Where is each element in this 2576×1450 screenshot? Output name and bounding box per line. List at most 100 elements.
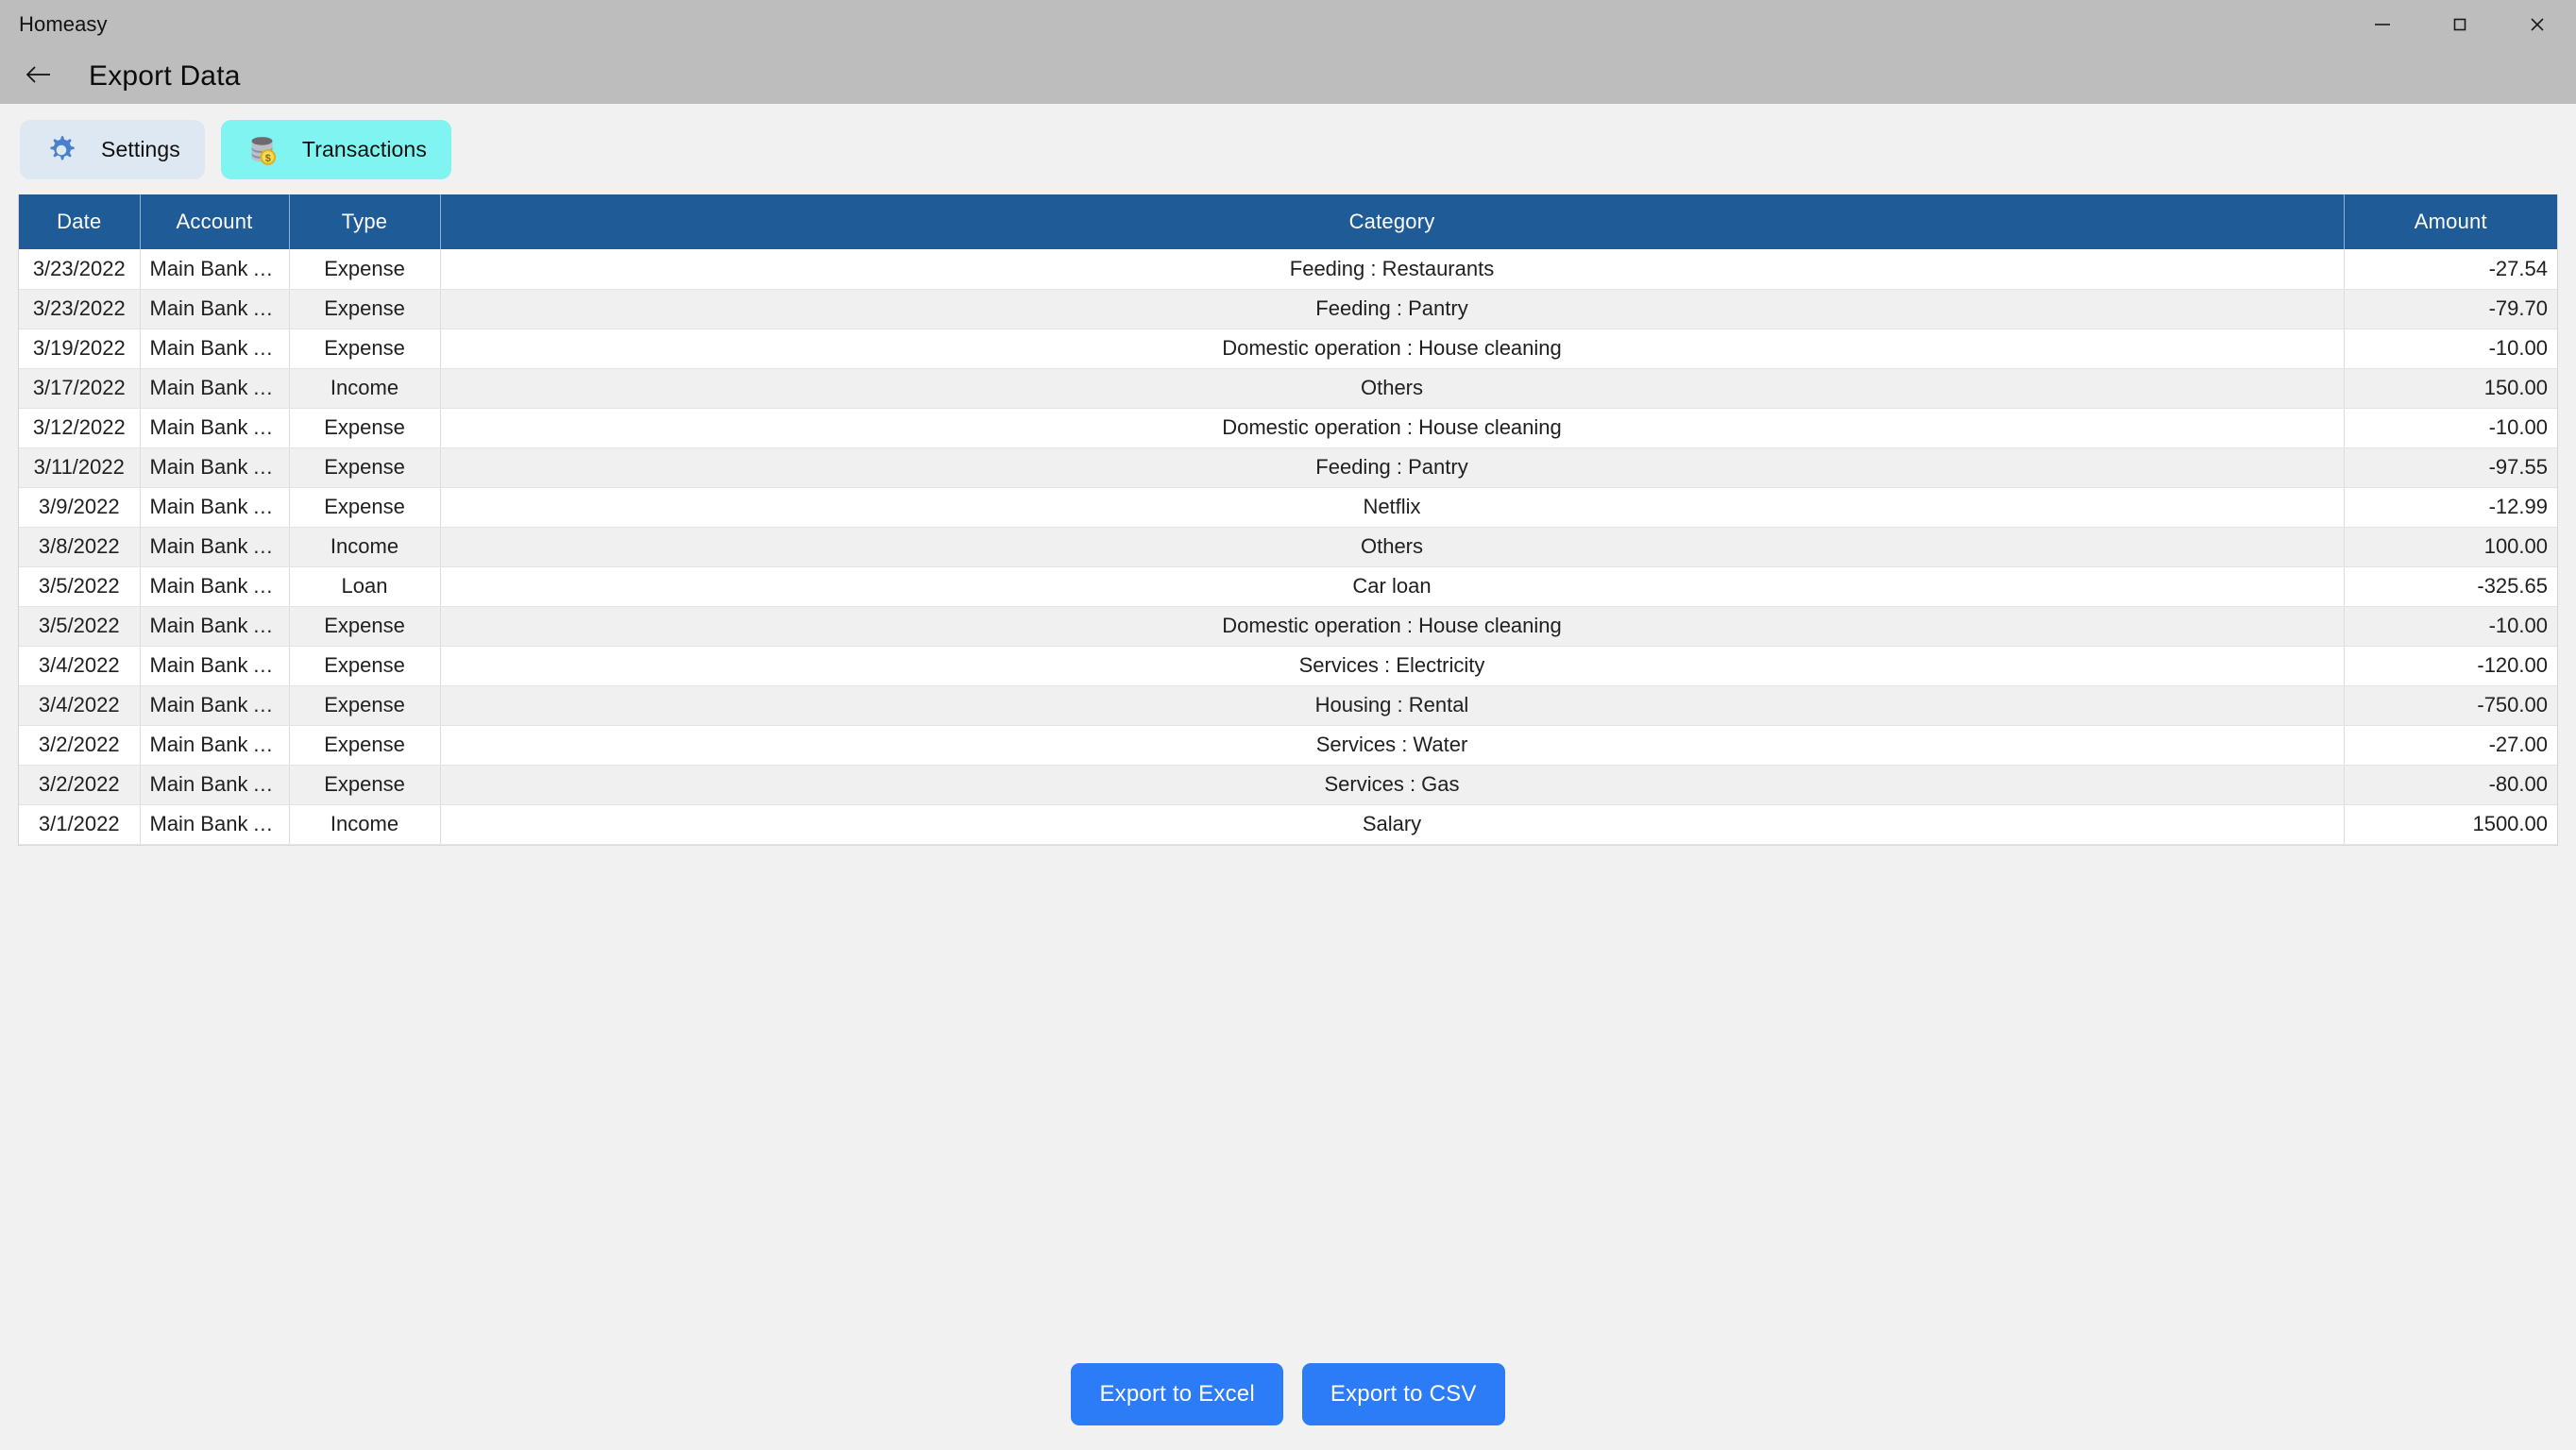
cell-category: Others [440, 527, 2345, 567]
cell-account: Main Bank Account [140, 289, 290, 329]
cell-category: Car loan [440, 566, 2345, 607]
content-area: Settings $ Transactions Date Account Typ… [0, 104, 2576, 1450]
cell-type: Income [289, 368, 441, 409]
app-title: Homeasy [19, 12, 108, 36]
tab-settings-label: Settings [101, 137, 180, 161]
tab-transactions-label: Transactions [301, 137, 427, 161]
cell-date: 3/1/2022 [19, 804, 141, 845]
cell-category: Domestic operation : House cleaning [440, 408, 2345, 448]
cell-account: Main Bank Account [140, 447, 290, 488]
table-header-row: Date Account Type Category Amount [19, 194, 2557, 249]
table-row[interactable]: 3/19/2022Main Bank AccountExpenseDomesti… [19, 329, 2557, 369]
table-row[interactable]: 3/2/2022Main Bank AccountExpenseServices… [19, 765, 2557, 805]
cell-account: Main Bank Account [140, 725, 290, 766]
cell-date: 3/8/2022 [19, 527, 141, 567]
maximize-button[interactable] [2421, 0, 2499, 49]
page-title: Export Data [89, 60, 241, 92]
cell-date: 3/23/2022 [19, 289, 141, 329]
cell-type: Expense [289, 447, 441, 488]
table-row[interactable]: 3/12/2022Main Bank AccountExpenseDomesti… [19, 408, 2557, 448]
page-header: Export Data [0, 49, 2576, 104]
cell-date: 3/5/2022 [19, 566, 141, 607]
table-row[interactable]: 3/23/2022Main Bank AccountExpenseFeeding… [19, 249, 2557, 290]
cell-account: Main Bank Account [140, 606, 290, 647]
cell-account: Main Bank Account [140, 487, 290, 528]
table-row[interactable]: 3/5/2022Main Bank AccountLoanCar loan-32… [19, 566, 2557, 607]
cell-category: Services : Water [440, 725, 2345, 766]
cell-type: Expense [289, 606, 441, 647]
cell-date: 3/4/2022 [19, 685, 141, 726]
column-header-amount[interactable]: Amount [2344, 194, 2557, 249]
table-row[interactable]: 3/8/2022Main Bank AccountIncomeOthers100… [19, 527, 2557, 567]
column-header-category[interactable]: Category [440, 194, 2345, 249]
cell-category: Feeding : Pantry [440, 289, 2345, 329]
column-header-account[interactable]: Account [140, 194, 290, 249]
cell-amount: -10.00 [2344, 408, 2557, 448]
cell-type: Expense [289, 487, 441, 528]
window-controls [2344, 0, 2576, 49]
database-coin-icon: $ [244, 131, 281, 169]
table-row[interactable]: 3/1/2022Main Bank AccountIncomeSalary150… [19, 804, 2557, 845]
table-body: 3/23/2022Main Bank AccountExpenseFeeding… [19, 249, 2557, 845]
cell-account: Main Bank Account [140, 646, 290, 686]
cell-type: Expense [289, 646, 441, 686]
cell-category: Domestic operation : House cleaning [440, 606, 2345, 647]
table-row[interactable]: 3/9/2022Main Bank AccountExpenseNetflix-… [19, 487, 2557, 528]
column-header-type[interactable]: Type [289, 194, 441, 249]
cell-category: Services : Electricity [440, 646, 2345, 686]
cell-type: Income [289, 804, 441, 845]
table-row[interactable]: 3/23/2022Main Bank AccountExpenseFeeding… [19, 289, 2557, 329]
cell-account: Main Bank Account [140, 685, 290, 726]
cell-type: Expense [289, 408, 441, 448]
table-row[interactable]: 3/2/2022Main Bank AccountExpenseServices… [19, 725, 2557, 766]
cell-account: Main Bank Account [140, 408, 290, 448]
cell-type: Expense [289, 329, 441, 369]
cell-account: Main Bank Account [140, 249, 290, 290]
cell-amount: -750.00 [2344, 685, 2557, 726]
table-row[interactable]: 3/5/2022Main Bank AccountExpenseDomestic… [19, 606, 2557, 647]
maximize-icon [2449, 14, 2470, 35]
cell-amount: -80.00 [2344, 765, 2557, 805]
cell-category: Others [440, 368, 2345, 409]
export-to-excel-button[interactable]: Export to Excel [1071, 1363, 1283, 1425]
cell-account: Main Bank Account [140, 368, 290, 409]
tab-settings[interactable]: Settings [20, 120, 205, 179]
cell-category: Feeding : Pantry [440, 447, 2345, 488]
cell-amount: -97.55 [2344, 447, 2557, 488]
cell-type: Expense [289, 685, 441, 726]
cell-amount: -27.00 [2344, 725, 2557, 766]
cell-date: 3/23/2022 [19, 249, 141, 290]
back-button[interactable] [13, 54, 64, 99]
cell-category: Salary [440, 804, 2345, 845]
cell-account: Main Bank Account [140, 527, 290, 567]
cell-type: Expense [289, 249, 441, 290]
cell-date: 3/2/2022 [19, 765, 141, 805]
cell-date: 3/4/2022 [19, 646, 141, 686]
cell-account: Main Bank Account [140, 765, 290, 805]
minimize-button[interactable] [2344, 0, 2421, 49]
arrow-left-icon [25, 63, 53, 91]
close-icon [2527, 14, 2548, 35]
table-row[interactable]: 3/11/2022Main Bank AccountExpenseFeeding… [19, 447, 2557, 488]
cell-amount: 100.00 [2344, 527, 2557, 567]
cell-category: Housing : Rental [440, 685, 2345, 726]
table-row[interactable]: 3/4/2022Main Bank AccountExpenseHousing … [19, 685, 2557, 726]
svg-text:$: $ [265, 153, 271, 164]
column-header-date[interactable]: Date [19, 194, 141, 249]
table-row[interactable]: 3/17/2022Main Bank AccountIncomeOthers15… [19, 368, 2557, 409]
cell-date: 3/2/2022 [19, 725, 141, 766]
cell-account: Main Bank Account [140, 329, 290, 369]
cell-account: Main Bank Account [140, 804, 290, 845]
tab-transactions[interactable]: $ Transactions [220, 120, 451, 179]
cell-amount: -79.70 [2344, 289, 2557, 329]
cell-type: Loan [289, 566, 441, 607]
table-row[interactable]: 3/4/2022Main Bank AccountExpenseServices… [19, 646, 2557, 686]
table-header: Date Account Type Category Amount [19, 194, 2557, 249]
transactions-table: Date Account Type Category Amount 3/23/2… [19, 194, 2557, 845]
export-to-csv-button[interactable]: Export to CSV [1301, 1363, 1505, 1425]
cell-amount: -325.65 [2344, 566, 2557, 607]
cell-date: 3/5/2022 [19, 606, 141, 647]
minimize-icon [2372, 14, 2393, 35]
cell-type: Income [289, 527, 441, 567]
close-button[interactable] [2499, 0, 2576, 49]
